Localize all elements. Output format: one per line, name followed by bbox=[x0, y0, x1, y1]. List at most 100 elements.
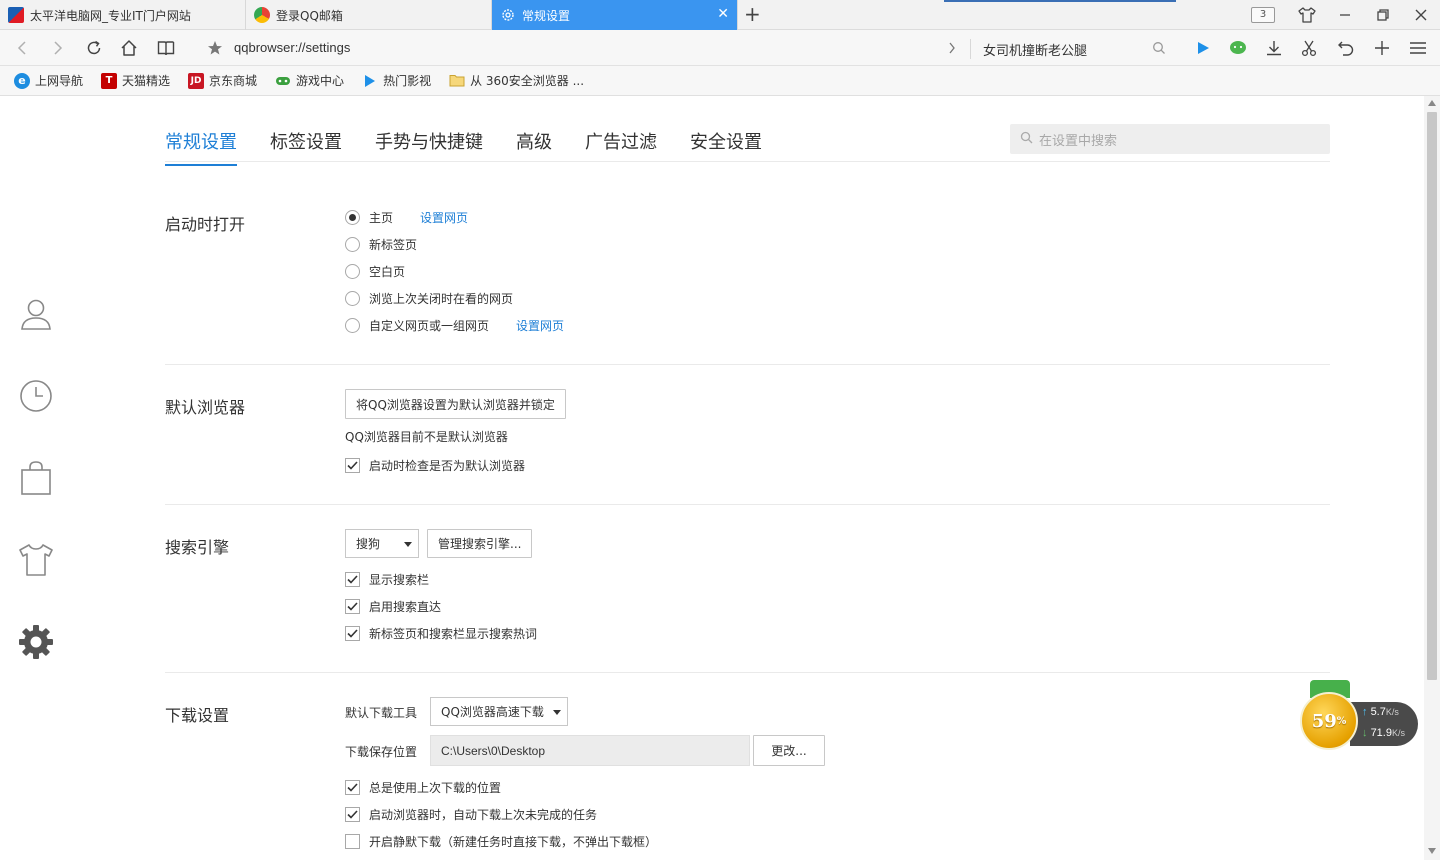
bookmark-item[interactable]: 从 360安全浏览器 ... bbox=[449, 72, 584, 89]
bookmark-item[interactable]: JD 京东商城 bbox=[188, 72, 257, 89]
forward-icon[interactable] bbox=[48, 38, 68, 58]
upload-speed: ↑ 5.7K/s bbox=[1362, 706, 1399, 718]
account-icon[interactable] bbox=[18, 296, 54, 332]
divider bbox=[165, 161, 1330, 162]
bookmark-label: 上网导航 bbox=[35, 74, 84, 88]
download-icon[interactable] bbox=[1264, 38, 1284, 58]
checkbox-option[interactable]: 开启静默下载（新建任务时直接下载，不弹出下载框） bbox=[345, 833, 657, 850]
radio-button[interactable] bbox=[345, 318, 360, 333]
section-title-default-browser: 默认浏览器 bbox=[165, 398, 246, 417]
set-default-browser-button[interactable]: 将QQ浏览器设置为默认浏览器并锁定 bbox=[345, 389, 566, 419]
settings-gear-icon[interactable] bbox=[18, 624, 54, 660]
checkbox[interactable] bbox=[345, 626, 360, 641]
plus-icon[interactable] bbox=[1372, 38, 1392, 58]
checkbox-option[interactable]: 启动时检查是否为默认浏览器 bbox=[345, 457, 525, 474]
checkbox[interactable] bbox=[345, 599, 360, 614]
radio-button[interactable] bbox=[345, 210, 360, 225]
download-path-field[interactable]: C:\Users\0\Desktop bbox=[430, 735, 750, 766]
loading-bar bbox=[944, 0, 1176, 2]
checkbox[interactable] bbox=[345, 572, 360, 587]
bookmark-label: 游戏中心 bbox=[296, 74, 345, 88]
undo-icon[interactable] bbox=[1336, 38, 1356, 58]
url-field[interactable]: qqbrowser://settings bbox=[234, 40, 350, 55]
radio-option[interactable]: 空白页 bbox=[345, 263, 405, 280]
radio-button[interactable] bbox=[345, 237, 360, 252]
checkbox[interactable] bbox=[345, 780, 360, 795]
menu-icon[interactable] bbox=[1408, 38, 1428, 58]
section-title-download: 下载设置 bbox=[165, 706, 230, 725]
video-play-icon[interactable] bbox=[1193, 38, 1213, 58]
search-box[interactable]: 女司机撞断老公腿 bbox=[983, 40, 1087, 59]
usage-percent: 59 bbox=[1311, 710, 1337, 732]
bookmark-item[interactable]: e 上网导航 bbox=[14, 72, 83, 89]
close-tab-icon[interactable]: ✕ bbox=[717, 7, 729, 21]
section-title-startup: 启动时打开 bbox=[165, 215, 246, 234]
skin-shirt-icon[interactable] bbox=[18, 542, 54, 578]
home-icon[interactable] bbox=[119, 38, 139, 58]
tab-settings[interactable]: 常规设置 ✕ bbox=[492, 0, 738, 30]
video-icon bbox=[362, 73, 378, 89]
checkbox-option[interactable]: 总是使用上次下载的位置 bbox=[345, 779, 501, 796]
checkbox-option[interactable]: 新标签页和搜索栏显示搜索热词 bbox=[345, 625, 537, 642]
restore-icon[interactable] bbox=[1376, 0, 1390, 30]
tab-pconline[interactable]: 太平洋电脑网_专业IT门户网站 bbox=[0, 0, 246, 30]
ie-icon: e bbox=[14, 72, 30, 89]
checkbox[interactable] bbox=[345, 834, 360, 849]
checkbox-option[interactable]: 显示搜索栏 bbox=[345, 571, 429, 588]
refresh-icon[interactable] bbox=[84, 38, 104, 58]
memory-usage-ball[interactable]: 59% bbox=[1300, 692, 1358, 750]
bookmark-item[interactable]: T 天猫精选 bbox=[101, 72, 170, 89]
scroll-down-arrow-icon[interactable] bbox=[1428, 848, 1436, 854]
download-value: 71.9 bbox=[1370, 727, 1392, 739]
set-page-link[interactable]: 设置网页 bbox=[516, 317, 564, 334]
download-tool-select[interactable]: QQ浏览器高速下载 bbox=[430, 697, 568, 726]
percent-sign: % bbox=[1336, 715, 1347, 727]
shopping-bag-icon[interactable] bbox=[18, 460, 54, 496]
option-label: 开启静默下载（新建任务时直接下载，不弹出下载框） bbox=[369, 835, 658, 849]
checkbox-option[interactable]: 启用搜索直达 bbox=[345, 598, 441, 615]
arrow-down-icon: ↓ bbox=[1362, 727, 1368, 739]
radio-option[interactable]: 自定义网页或一组网页 设置网页 bbox=[345, 317, 564, 334]
tmall-icon: T bbox=[101, 72, 118, 89]
change-path-button[interactable]: 更改... bbox=[753, 735, 825, 766]
manage-search-engines-button[interactable]: 管理搜索引擎... bbox=[427, 529, 533, 558]
folder-icon bbox=[449, 73, 465, 89]
radio-option[interactable]: 浏览上次关闭时在看的网页 bbox=[345, 290, 513, 307]
radio-button[interactable] bbox=[345, 291, 360, 306]
option-label: 自定义网页或一组网页 bbox=[369, 319, 490, 333]
radio-button[interactable] bbox=[345, 264, 360, 279]
tab-count-badge[interactable]: 3 bbox=[1251, 7, 1275, 23]
select-value: QQ浏览器高速下载 bbox=[441, 705, 544, 719]
scroll-up-arrow-icon[interactable] bbox=[1428, 100, 1436, 106]
scissors-icon[interactable] bbox=[1299, 38, 1319, 58]
checkbox[interactable] bbox=[345, 807, 360, 822]
option-label: 启用搜索直达 bbox=[369, 600, 442, 614]
bookmark-item[interactable]: 热门影视 bbox=[362, 72, 431, 89]
bookmark-item[interactable]: 游戏中心 bbox=[275, 72, 344, 89]
minimize-icon[interactable] bbox=[1338, 0, 1352, 30]
search-placeholder: 在设置中搜索 bbox=[1039, 133, 1118, 149]
history-clock-icon[interactable] bbox=[18, 378, 54, 414]
book-icon[interactable] bbox=[156, 38, 176, 58]
set-page-link[interactable]: 设置网页 bbox=[420, 209, 468, 226]
close-window-icon[interactable] bbox=[1414, 0, 1428, 30]
checkbox-option[interactable]: 启动浏览器时，自动下载上次未完成的任务 bbox=[345, 806, 597, 823]
chrome-favicon-icon bbox=[254, 7, 270, 23]
search-engine-select[interactable]: 搜狗 bbox=[345, 529, 419, 558]
new-tab-button[interactable]: + bbox=[744, 4, 761, 24]
star-icon[interactable] bbox=[205, 38, 225, 58]
scrollbar-thumb[interactable] bbox=[1427, 112, 1437, 680]
divider bbox=[165, 672, 1330, 673]
network-speed-widget[interactable]: 59% ↑ 5.7K/s ↓ 71.9K/s bbox=[1300, 680, 1420, 760]
wechat-icon[interactable] bbox=[1228, 38, 1248, 58]
checkbox[interactable] bbox=[345, 458, 360, 473]
back-icon[interactable] bbox=[12, 38, 32, 58]
chevron-right-icon[interactable] bbox=[942, 38, 962, 58]
option-label: 总是使用上次下载的位置 bbox=[369, 781, 502, 795]
settings-search-input[interactable]: 在设置中搜索 bbox=[1010, 124, 1330, 154]
tab-qqmail[interactable]: 登录QQ邮箱 bbox=[246, 0, 492, 30]
search-icon[interactable] bbox=[1149, 38, 1169, 58]
radio-option[interactable]: 主页 设置网页 bbox=[345, 209, 468, 226]
radio-option[interactable]: 新标签页 bbox=[345, 236, 417, 253]
skin-shirt-icon[interactable] bbox=[1298, 0, 1316, 30]
